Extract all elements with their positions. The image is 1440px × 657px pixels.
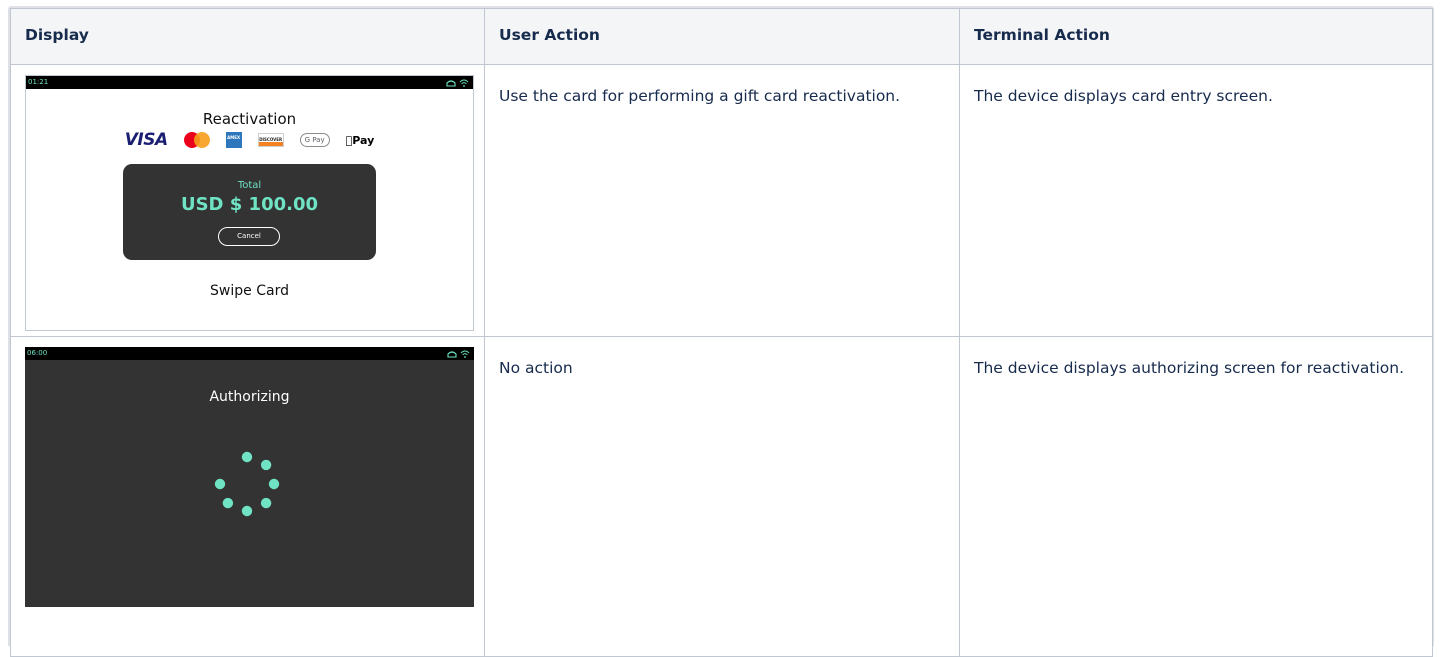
swipe-card-prompt: Swipe Card: [210, 283, 289, 299]
total-amount: USD $ 100.00: [180, 194, 319, 215]
table-row: 06:00 Authorizing No action The device d…: [10, 336, 1433, 657]
header-terminal-action: Terminal Action: [959, 8, 1433, 65]
amex-logo: AMEX: [225, 132, 242, 148]
cancel-button: Cancel: [218, 227, 280, 246]
apple-pay-logo: Pay: [346, 133, 375, 147]
terminal-action-cell: The device displays authorizing screen f…: [959, 336, 1433, 657]
spinner-dot: [268, 478, 280, 490]
screen-title: Reactivation: [202, 110, 297, 128]
user-action-cell: Use the card for performing a gift card …: [484, 64, 960, 337]
steps-table-container: Display User Action Terminal Action 01:2…: [8, 6, 1434, 657]
table-row: 01:21 Reactivation VISA AMEX DISCOVER G …: [10, 64, 1433, 337]
display-cell: 01:21 Reactivation VISA AMEX DISCOVER G …: [10, 64, 485, 337]
card-brand-logos: VISA AMEX DISCOVER G Pay Pay: [26, 130, 473, 150]
spinner-dot: [222, 497, 234, 509]
amount-panel: Total USD $ 100.00 Cancel: [123, 164, 376, 260]
display-cell: 06:00 Authorizing: [10, 336, 485, 657]
cloud-icon: [446, 79, 456, 87]
mastercard-logo: [183, 132, 210, 148]
header-display: Display: [10, 8, 485, 65]
spinner-dot: [260, 459, 272, 471]
wifi-icon: [459, 79, 469, 87]
visa-logo: VISA: [124, 130, 168, 150]
spinner-dot: [260, 497, 272, 509]
user-action-cell: No action: [484, 336, 960, 657]
status-time: 01:21: [28, 78, 49, 86]
discover-logo: DISCOVER: [257, 133, 284, 147]
terminal-action-cell: The device displays card entry screen.: [959, 64, 1433, 337]
status-bar: 01:21: [26, 76, 473, 89]
google-pay-logo: G Pay: [299, 133, 330, 147]
card-entry-screen-image: 01:21 Reactivation VISA AMEX DISCOVER G …: [25, 75, 474, 331]
total-label: Total: [237, 180, 262, 191]
spinner-dot: [214, 478, 226, 490]
spinner-dot: [241, 505, 253, 517]
table-header-row: Display User Action Terminal Action: [10, 8, 1433, 65]
header-user-action: User Action: [484, 8, 960, 65]
steps-table: Display User Action Terminal Action 01:2…: [10, 8, 1433, 657]
authorizing-screen-image: 06:00 Authorizing: [25, 347, 474, 607]
spinner-dot: [241, 451, 253, 463]
loading-spinner-icon: [214, 451, 280, 517]
